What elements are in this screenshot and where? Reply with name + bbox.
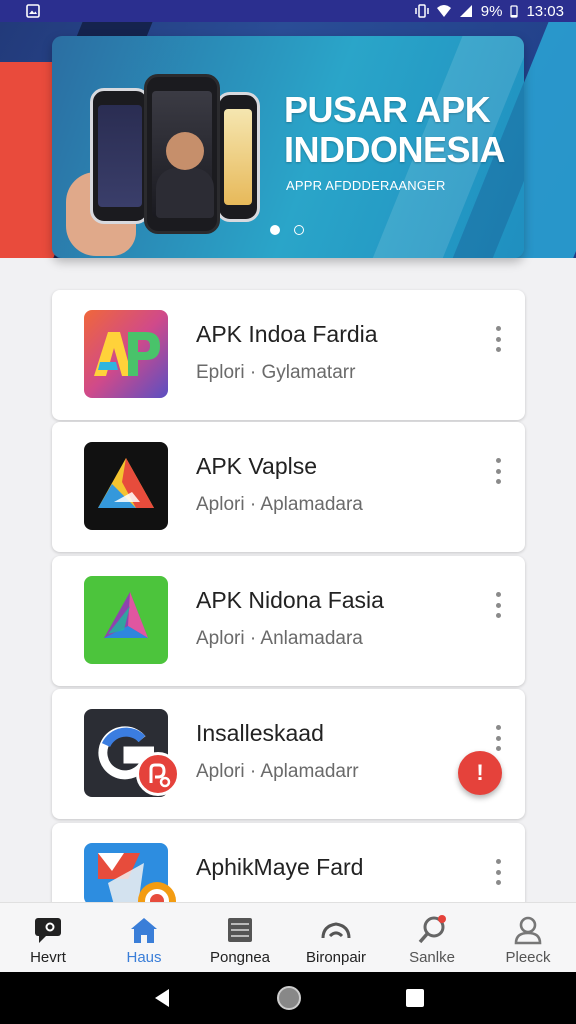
home-icon: [127, 915, 161, 945]
recents-icon[interactable]: [405, 988, 425, 1008]
app-meta: Aplori · Aplamadarr: [196, 761, 359, 782]
nav-label: Pleeck: [505, 949, 551, 966]
app-meta: Eplori · Gylamatarr: [196, 362, 356, 383]
more-options-icon[interactable]: [493, 326, 503, 352]
app-list-item[interactable]: APK Indoa Fardia Eplori · Gylamatarr: [52, 290, 525, 420]
nav-label: Haus: [126, 949, 162, 966]
home-button-icon[interactable]: [276, 985, 302, 1011]
app-list-item[interactable]: APK Vaplse Aplori · Aplamadara: [52, 422, 525, 552]
app-name: APK Nidona Fasia: [196, 587, 384, 613]
phones-illustration: [66, 72, 260, 258]
promo-banner[interactable]: PUSAR APK INDDONESIA APPR AFDDDERAANGER: [52, 36, 524, 258]
triangle-logo-icon: [84, 442, 168, 530]
target-badge-icon: [136, 880, 178, 902]
app-name: AphikMaye Fard: [196, 854, 364, 880]
app-name: APK Vaplse: [196, 453, 318, 479]
bottom-navigation: Hevrt Haus Pongnea Bironpair Sanlke Plee…: [0, 902, 576, 972]
alert-fab-button[interactable]: !: [458, 751, 502, 795]
gallery-notification-icon: [26, 4, 40, 18]
nav-item-haus[interactable]: Haus: [96, 903, 192, 972]
wifi-icon: [436, 5, 451, 17]
more-options-icon[interactable]: [493, 458, 503, 484]
carousel-dot-1[interactable]: [270, 225, 280, 235]
battery-level: 9%: [480, 2, 503, 20]
app-list-item[interactable]: APK Nidona Fasia Aplori · Anlamadara: [52, 556, 525, 686]
more-options-icon[interactable]: [493, 592, 503, 618]
clock: 13:03: [526, 2, 564, 20]
app-meta: Aplori · Anlamadara: [196, 628, 363, 649]
nav-label: Hevrt: [30, 949, 66, 966]
stack-icon: [223, 915, 257, 945]
nav-item-pongnea[interactable]: Pongnea: [192, 903, 288, 972]
banner-subtitle: APPR AFDDDERAANGER: [286, 178, 446, 193]
banner-title: PUSAR APK INDDONESIA: [284, 89, 506, 170]
app-name: Insalleskaad: [196, 720, 324, 746]
app-list-item[interactable]: Insalleskaad Aplori · Aplamadarr: [52, 689, 525, 819]
more-options-icon[interactable]: [493, 725, 503, 751]
search-icon: [415, 915, 449, 945]
vibrate-icon: [415, 4, 429, 18]
nav-label: Bironpair: [305, 949, 367, 966]
chat-icon: [31, 915, 65, 945]
carousel-dot-2[interactable]: [294, 225, 304, 235]
cloud-icon: [319, 915, 353, 945]
nav-item-pleeck[interactable]: Pleeck: [480, 903, 576, 972]
carousel-indicator: [270, 225, 304, 235]
battery-icon: [510, 5, 519, 18]
install-badge-icon: [136, 752, 180, 796]
nav-label: Sanlke: [409, 949, 455, 966]
nav-item-bironpair[interactable]: Bironpair: [288, 903, 384, 972]
prism-logo-icon: [84, 576, 168, 664]
app-name: APK Indoa Fardia: [196, 321, 378, 347]
status-bar: 9% 13:03: [0, 0, 576, 22]
app-meta: Aplori · Aplamadara: [196, 494, 363, 515]
nav-label: Pongnea: [209, 949, 271, 966]
profile-icon: [511, 915, 545, 945]
signal-icon: [459, 5, 472, 17]
ap-logo-icon: [84, 310, 168, 398]
back-icon[interactable]: [151, 987, 173, 1009]
more-options-icon[interactable]: [493, 859, 503, 885]
nav-item-hevrt[interactable]: Hevrt: [0, 903, 96, 972]
nav-item-sanlke[interactable]: Sanlke: [384, 903, 480, 972]
system-navigation-bar: [0, 972, 576, 1024]
